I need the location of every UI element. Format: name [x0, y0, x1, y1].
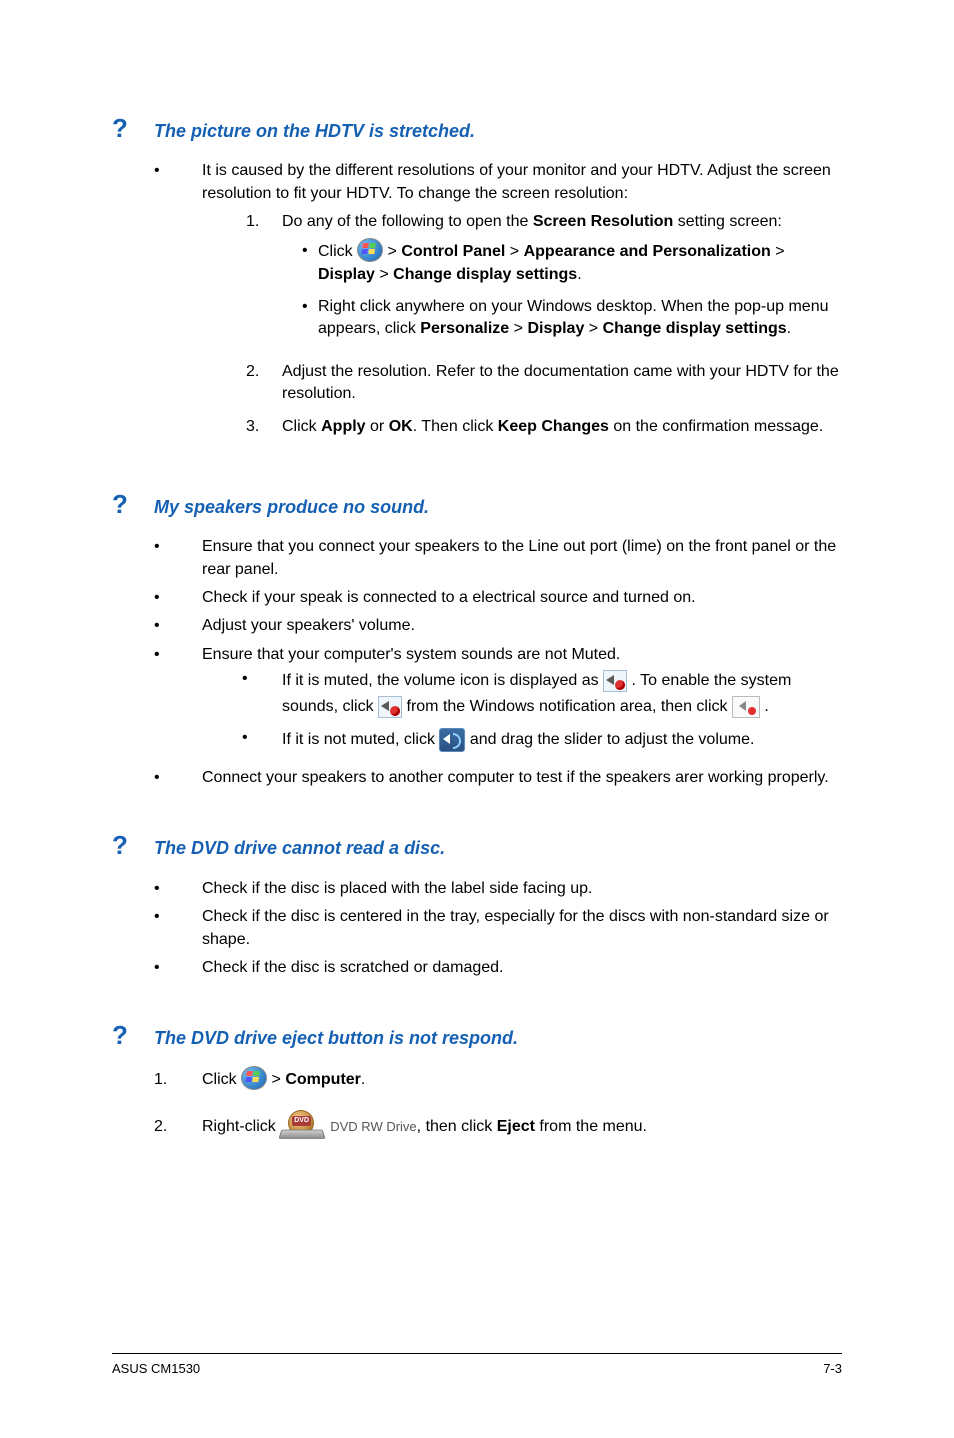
text: >	[375, 266, 393, 283]
bold-text: OK	[389, 418, 413, 435]
bullet: •	[154, 957, 202, 979]
bullet: •	[154, 587, 202, 609]
volume-muted-icon	[378, 696, 402, 718]
bold-text: Apply	[321, 418, 365, 435]
volume-muted-icon	[603, 670, 627, 692]
bullet-text: Adjust your speakers' volume.	[202, 617, 415, 634]
text: , then click	[417, 1118, 497, 1135]
qa-hdtv-stretched: ? The picture on the HDTV is stretched. …	[112, 110, 842, 448]
step-number: 2.	[154, 1116, 202, 1138]
question-title: The DVD drive eject button is not respon…	[154, 1026, 518, 1051]
question-title: The picture on the HDTV is stretched.	[154, 119, 475, 144]
bullet: •	[302, 240, 318, 286]
bullet: •	[154, 160, 202, 448]
bold-text: Computer	[285, 1071, 361, 1088]
bullet: •	[154, 644, 202, 761]
bullet-text: Check if the disc is placed with the lab…	[202, 880, 592, 897]
text: . Then click	[413, 418, 498, 435]
windows-start-icon	[357, 238, 383, 262]
text: >	[267, 1071, 285, 1088]
windows-start-icon	[241, 1066, 267, 1090]
text: >	[505, 243, 523, 260]
footer-page-number: 7-3	[823, 1360, 842, 1378]
bold-text: Screen Resolution	[533, 213, 673, 230]
step-text: Adjust the resolution. Refer to the docu…	[282, 363, 839, 402]
step-number: 2.	[246, 361, 282, 406]
bullet-text: Check if the disc is scratched or damage…	[202, 959, 503, 976]
text: Click	[202, 1071, 241, 1088]
bullet-text: Check if the disc is centered in the tra…	[202, 908, 829, 947]
sound-button-icon	[732, 696, 760, 718]
text: and drag the slider to adjust the volume…	[465, 731, 754, 748]
bullet: •	[154, 767, 202, 789]
bullet: •	[242, 668, 282, 719]
step-number: 1.	[154, 1069, 202, 1091]
text: If it is not muted, click	[282, 731, 439, 748]
bold-text: Control Panel	[401, 243, 505, 260]
qa-dvd-eject: ? The DVD drive eject button is not resp…	[112, 1017, 842, 1139]
text: If it is muted, the volume icon is displ…	[282, 672, 603, 689]
text: .	[760, 698, 769, 715]
bold-text: Eject	[497, 1118, 535, 1135]
footer-model: ASUS CM1530	[112, 1360, 200, 1378]
bold-text: Keep Changes	[498, 418, 609, 435]
volume-icon	[439, 728, 465, 752]
question-title: The DVD drive cannot read a disc.	[154, 836, 445, 861]
text: >	[584, 320, 602, 337]
text: .	[361, 1071, 365, 1088]
text: .	[787, 320, 791, 337]
text: from the menu.	[535, 1118, 647, 1135]
bullet-text: Ensure that your computer's system sound…	[202, 646, 620, 663]
question-title: My speakers produce no sound.	[154, 495, 429, 520]
qa-dvd-read: ? The DVD drive cannot read a disc. •Che…	[112, 827, 842, 979]
text: .	[577, 266, 581, 283]
step-text: Do any of the following to open the	[282, 213, 533, 230]
bold-text: Personalize	[420, 320, 509, 337]
bullet: •	[154, 536, 202, 581]
qa-no-sound: ? My speakers produce no sound. •Ensure …	[112, 486, 842, 790]
question-mark-icon: ?	[112, 486, 154, 522]
question-mark-icon: ?	[112, 110, 154, 146]
bold-text: Change display settings	[393, 266, 577, 283]
step-number: 1.	[246, 211, 282, 351]
text: on the confirmation message.	[609, 418, 823, 435]
step-text: setting screen:	[673, 213, 782, 230]
question-mark-icon: ?	[112, 827, 154, 863]
text: Click	[282, 418, 321, 435]
text: >	[383, 243, 401, 260]
bullet-text: Connect your speakers to another compute…	[202, 769, 829, 786]
text: Right-click	[202, 1118, 280, 1135]
bullet: •	[302, 296, 318, 341]
text: or	[366, 418, 389, 435]
bullet-text: Ensure that you connect your speakers to…	[202, 538, 836, 577]
bullet: •	[242, 727, 282, 753]
bullet-text: Check if your speak is connected to a el…	[202, 589, 696, 606]
bullet: •	[154, 906, 202, 951]
question-mark-icon: ?	[112, 1017, 154, 1053]
page-footer: ASUS CM1530 7-3	[112, 1353, 842, 1378]
bullet: •	[154, 615, 202, 637]
text: >	[509, 320, 527, 337]
intro-text: It is caused by the different resolution…	[202, 162, 831, 201]
bold-text: Display	[527, 320, 584, 337]
dvd-drive-label: DVD RW Drive	[330, 1118, 416, 1136]
bullet: •	[154, 878, 202, 900]
bold-text: Display	[318, 266, 375, 283]
text: from the Windows notification area, then…	[402, 698, 732, 715]
bold-text: Appearance and Personalization	[524, 243, 771, 260]
text: Click	[318, 243, 357, 260]
bold-text: Change display settings	[603, 320, 787, 337]
step-number: 3.	[246, 416, 282, 438]
dvd-drive-icon: DVDDVD RW Drive	[280, 1114, 416, 1140]
text: >	[771, 243, 785, 260]
